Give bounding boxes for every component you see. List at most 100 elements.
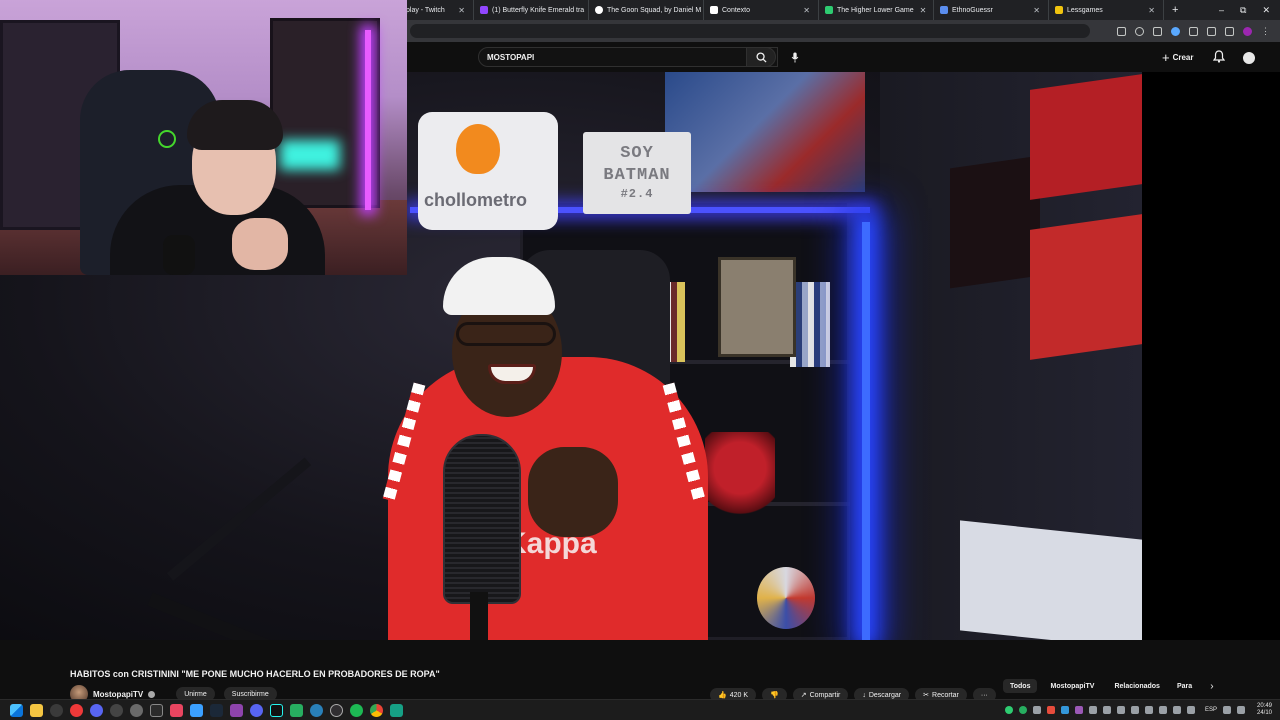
tray-icon[interactable] xyxy=(1018,706,1027,714)
profile-icon[interactable] xyxy=(1243,26,1252,36)
puzzle-icon[interactable] xyxy=(1189,26,1198,36)
system-clock[interactable]: 20:49 24/10 xyxy=(1257,703,1272,718)
new-tab-button[interactable]: + xyxy=(1164,4,1186,16)
like-count: 420 K xyxy=(729,691,749,699)
tab-goon-squad[interactable]: The Goon Squad, by Daniel M ✕ xyxy=(589,0,704,20)
tab-ethnoguessr[interactable]: EthnoGuessr ✕ xyxy=(934,0,1049,20)
search-button[interactable] xyxy=(746,47,776,67)
neon-light xyxy=(365,30,371,210)
app-icon[interactable] xyxy=(310,703,323,717)
figure-shelf xyxy=(270,18,380,208)
bookmark-star-icon[interactable] xyxy=(1135,26,1144,36)
tray-icon[interactable] xyxy=(1186,706,1195,714)
extension-blue-icon[interactable] xyxy=(1171,26,1180,36)
chip-para[interactable]: Para xyxy=(1173,679,1199,693)
app-icon[interactable] xyxy=(90,703,103,717)
tab-higher-lower[interactable]: The Higher Lower Game ✕ xyxy=(819,0,934,20)
chevron-right-icon[interactable]: › xyxy=(1205,679,1219,693)
network-icon[interactable] xyxy=(1222,706,1231,714)
voice-search-button[interactable] xyxy=(784,47,806,67)
app-icon[interactable] xyxy=(290,703,303,717)
like-icon: 👍 xyxy=(718,692,727,699)
tray-icon[interactable] xyxy=(1074,706,1083,714)
extension-icon[interactable] xyxy=(1153,26,1162,36)
neon-light xyxy=(280,140,340,170)
screen: play - Twitch ✕ (1) Butterfly Knife Emer… xyxy=(0,0,1280,720)
close-tab-icon[interactable]: ✕ xyxy=(1027,6,1040,15)
chip-related[interactable]: Relacionados xyxy=(1107,679,1167,693)
app-icon[interactable] xyxy=(110,703,123,717)
install-app-icon[interactable] xyxy=(1117,26,1126,36)
create-button[interactable]: + Crear xyxy=(1162,49,1194,65)
tab-lessgames[interactable]: Lessgames ✕ xyxy=(1049,0,1164,20)
close-tab-icon[interactable]: ✕ xyxy=(1142,6,1155,15)
microphone xyxy=(443,434,521,604)
hands xyxy=(528,447,618,537)
toolbar-icons: ⋮ xyxy=(1117,26,1280,36)
tray-icon[interactable] xyxy=(1004,706,1013,714)
chip-todos[interactable]: Todos xyxy=(1003,679,1038,693)
tiktok-icon[interactable] xyxy=(270,703,283,717)
close-window-button[interactable]: ✕ xyxy=(1262,5,1270,16)
chrome-icon[interactable] xyxy=(370,703,383,717)
verified-icon xyxy=(148,690,156,698)
tray-icon[interactable] xyxy=(1130,706,1139,714)
tray-icon[interactable] xyxy=(1032,706,1041,714)
share-icon: ↗ xyxy=(800,692,807,699)
taskbar-apps xyxy=(0,703,403,717)
acoustic-panel xyxy=(1030,74,1142,200)
tray-icon[interactable] xyxy=(1102,706,1111,714)
sidepanel-icon[interactable] xyxy=(1207,26,1216,36)
file-explorer-icon[interactable] xyxy=(30,703,43,717)
search-icon[interactable] xyxy=(50,703,63,717)
spiderman-figure xyxy=(705,432,775,522)
app-icon[interactable] xyxy=(170,703,183,717)
share-label: Compartir xyxy=(809,691,841,699)
search-input[interactable]: MOSTOPAPI ✕ xyxy=(478,47,778,67)
volume-icon[interactable] xyxy=(1236,706,1245,714)
spotify-icon[interactable] xyxy=(350,703,363,717)
close-tab-icon[interactable]: ✕ xyxy=(797,6,810,15)
vivaldi-icon[interactable] xyxy=(70,703,83,717)
app-icon[interactable] xyxy=(150,703,163,717)
address-bar[interactable] xyxy=(410,24,1090,38)
close-tab-icon[interactable]: ✕ xyxy=(914,6,927,15)
clip-icon: ✂ xyxy=(923,692,930,699)
tab-contexto[interactable]: Contexto ✕ xyxy=(704,0,819,20)
microphone xyxy=(163,235,195,275)
steam-icon[interactable] xyxy=(210,703,223,717)
minimize-button[interactable]: – xyxy=(1219,5,1224,16)
app-icon[interactable] xyxy=(190,703,203,717)
tray-icon[interactable] xyxy=(1046,706,1055,714)
tray-icon[interactable] xyxy=(1158,706,1167,714)
restore-button[interactable]: ⧉ xyxy=(1240,5,1246,16)
notifications-button[interactable] xyxy=(1212,50,1226,68)
channel-name[interactable]: MostopapiTV xyxy=(93,690,143,699)
windows-start-icon[interactable] xyxy=(10,703,23,717)
discord-icon[interactable] xyxy=(250,703,263,717)
contexto-icon xyxy=(710,6,718,14)
tray-icon[interactable] xyxy=(1088,706,1097,714)
tray-icon[interactable] xyxy=(1116,706,1125,714)
account-avatar[interactable] xyxy=(1241,50,1257,66)
wall-light-panel xyxy=(960,520,1142,640)
close-tab-icon[interactable]: ✕ xyxy=(452,6,465,15)
menu-icon[interactable]: ⋮ xyxy=(1261,26,1270,36)
tab-twitch[interactable]: play - Twitch ✕ xyxy=(404,0,474,20)
spiderman-poster xyxy=(665,72,865,192)
tray-icon[interactable] xyxy=(1172,706,1181,714)
chip-channel[interactable]: MostopapiTV xyxy=(1043,679,1101,693)
tab-label: The Goon Squad, by Daniel M xyxy=(607,6,702,14)
tab-butterfly-knife[interactable]: (1) Butterfly Knife Emerald tra ✕ xyxy=(474,0,589,20)
ethnoguessr-icon xyxy=(940,6,948,14)
app-icon[interactable] xyxy=(390,703,403,717)
tray-icon[interactable] xyxy=(1144,706,1153,714)
create-label: Crear xyxy=(1172,52,1194,62)
obs-icon[interactable] xyxy=(330,703,343,717)
app-icon[interactable] xyxy=(130,703,143,717)
download-icon[interactable] xyxy=(1225,26,1234,36)
app-icon[interactable] xyxy=(230,703,243,717)
tab-label: Lessgames xyxy=(1067,6,1103,14)
tray-icon[interactable] xyxy=(1060,706,1069,714)
keyboard-language[interactable]: ESP xyxy=(1205,707,1217,713)
